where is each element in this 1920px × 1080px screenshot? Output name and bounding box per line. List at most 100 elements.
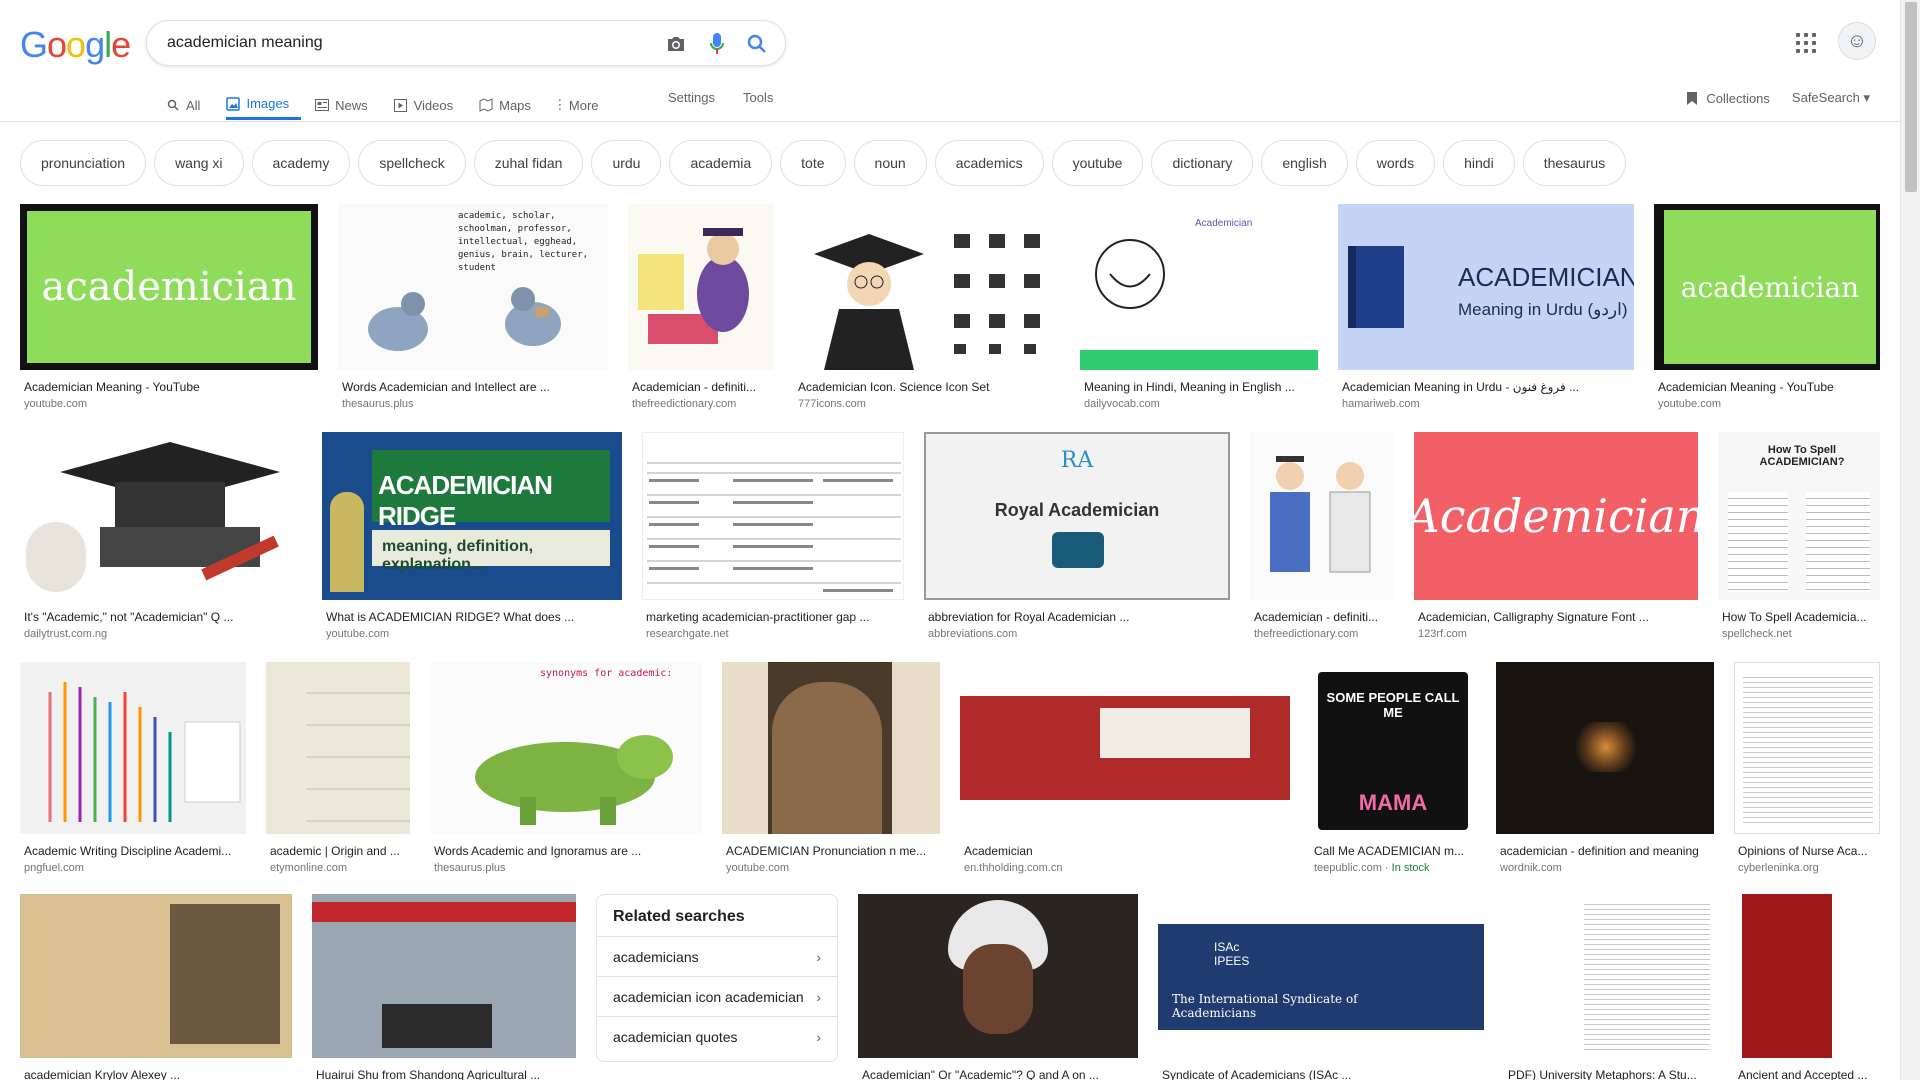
- image-result[interactable]: Ancient and Accepted ...: [1734, 894, 1880, 1080]
- chip[interactable]: hindi: [1443, 140, 1515, 186]
- result-caption[interactable]: academician - definition and meaning: [1496, 844, 1714, 858]
- tab-videos[interactable]: Videos: [394, 88, 466, 120]
- result-caption[interactable]: abbreviation for Royal Academician ...: [924, 610, 1230, 624]
- collections-link[interactable]: Collections: [1686, 91, 1770, 106]
- result-caption[interactable]: PDF) University Metaphors: A Stu...: [1504, 1068, 1714, 1080]
- chip[interactable]: dictionary: [1151, 140, 1254, 186]
- microphone-icon[interactable]: [706, 33, 728, 55]
- result-caption[interactable]: Meaning in Hindi, Meaning in English ...: [1080, 380, 1318, 394]
- image-result[interactable]: It's "Academic," not "Academician" Q ...…: [20, 432, 302, 640]
- image-result[interactable]: Academician Icon. Science Icon Set 777ic…: [794, 204, 1060, 410]
- image-result[interactable]: academic, scholar, schoolman, professor,…: [338, 204, 608, 410]
- chip[interactable]: words: [1355, 140, 1436, 186]
- related-item[interactable]: academician quotes ›: [597, 1016, 837, 1056]
- image-result[interactable]: academician Academician Meaning - YouTub…: [1654, 204, 1880, 410]
- image-result[interactable]: ACADEMICIAN Meaning in Urdu (اردو) Acade…: [1338, 204, 1634, 410]
- camera-icon[interactable]: [665, 33, 687, 55]
- tab-news[interactable]: News: [315, 88, 380, 120]
- google-logo[interactable]: Google: [20, 24, 131, 66]
- chip[interactable]: academia: [669, 140, 773, 186]
- result-caption[interactable]: Ancient and Accepted ...: [1734, 1068, 1880, 1080]
- image-result[interactable]: academician Academician Meaning - YouTub…: [20, 204, 318, 410]
- scrollbar-thumb[interactable]: [1905, 2, 1917, 192]
- chip[interactable]: academics: [934, 140, 1044, 186]
- image-result[interactable]: marketing academician-practitioner gap .…: [642, 432, 904, 640]
- search-input[interactable]: [167, 21, 627, 65]
- chip[interactable]: wang xi: [154, 140, 244, 186]
- result-caption[interactable]: What is ACADEMICIAN RIDGE? What does ...: [322, 610, 622, 624]
- tab-maps[interactable]: Maps: [479, 88, 543, 120]
- result-caption[interactable]: academician Krylov Alexey ...: [20, 1068, 292, 1080]
- settings-link[interactable]: Settings: [668, 90, 715, 105]
- image-result[interactable]: PDF) University Metaphors: A Stu...: [1504, 894, 1714, 1080]
- apps-grid-icon[interactable]: [1796, 33, 1816, 53]
- tools-link[interactable]: Tools: [743, 90, 773, 105]
- tab-all[interactable]: All: [166, 88, 212, 120]
- image-result[interactable]: academic | Origin and ... etymonline.com: [266, 662, 410, 874]
- result-caption[interactable]: Academician: [960, 844, 1290, 858]
- image-result[interactable]: Academician Academician, Calligraphy Sig…: [1414, 432, 1698, 640]
- chip[interactable]: thesaurus: [1522, 140, 1627, 186]
- chip[interactable]: academy: [251, 140, 351, 186]
- stock-status: · In stock: [1381, 862, 1430, 874]
- result-caption[interactable]: Academician Meaning - YouTube: [1654, 380, 1880, 394]
- search-box[interactable]: [146, 20, 786, 66]
- chip[interactable]: noun: [853, 140, 927, 186]
- result-caption[interactable]: Words Academic and Ignoramus are ...: [430, 844, 702, 858]
- result-caption[interactable]: Academician Icon. Science Icon Set: [794, 380, 1060, 394]
- chip[interactable]: english: [1261, 140, 1348, 186]
- scrollbar[interactable]: [1900, 0, 1920, 1080]
- chip[interactable]: spellcheck: [358, 140, 466, 186]
- result-caption[interactable]: Syndicate of Academicians (ISAc ...: [1158, 1068, 1484, 1080]
- tab-more[interactable]: ⋮ More: [553, 88, 611, 120]
- old-book-photo: [170, 904, 280, 1044]
- bar-chart-illustration: [48, 682, 241, 822]
- result-caption[interactable]: Words Academician and Intellect are ...: [338, 380, 608, 394]
- result-caption[interactable]: Academician Meaning in Urdu - فروغ فنون …: [1338, 380, 1634, 394]
- result-caption[interactable]: How To Spell Academicia...: [1718, 610, 1880, 624]
- related-item[interactable]: academicians ›: [597, 936, 837, 976]
- related-item[interactable]: academician icon academician ›: [597, 976, 837, 1016]
- result-caption[interactable]: Call Me ACADEMICIAN m...: [1310, 844, 1476, 858]
- image-result[interactable]: Academician - definiti... thefreediction…: [628, 204, 774, 410]
- chip[interactable]: zuhal fidan: [473, 140, 584, 186]
- result-caption[interactable]: Academician - definiti...: [628, 380, 774, 394]
- image-result[interactable]: SOME PEOPLE CALL ME MAMA Call Me ACADEMI…: [1310, 662, 1476, 874]
- result-caption[interactable]: Academic Writing Discipline Academi...: [20, 844, 246, 858]
- result-caption[interactable]: Academician" Or "Academic"? Q and A on .…: [858, 1068, 1138, 1080]
- image-result[interactable]: Academician en.thholding.com.cn: [960, 662, 1290, 874]
- result-caption[interactable]: It's "Academic," not "Academician" Q ...: [20, 610, 302, 624]
- image-result[interactable]: Academician Meaning in Hindi, Meaning in…: [1080, 204, 1318, 410]
- safesearch-link[interactable]: SafeSearch ▾: [1792, 90, 1870, 106]
- image-result[interactable]: ACADEMICIAN RIDGE meaning, definition, e…: [322, 432, 622, 640]
- image-result[interactable]: Huairui Shu from Shandong Agricultural .…: [312, 894, 576, 1080]
- result-caption[interactable]: Academician, Calligraphy Signature Font …: [1414, 610, 1698, 624]
- image-result[interactable]: academician Krylov Alexey ...: [20, 894, 292, 1080]
- chip[interactable]: urdu: [591, 140, 662, 186]
- chip[interactable]: pronunciation: [20, 140, 147, 186]
- result-caption[interactable]: Academician Meaning - YouTube: [20, 380, 318, 394]
- result-caption[interactable]: Opinions of Nurse Aca...: [1734, 844, 1880, 858]
- result-caption[interactable]: academic | Origin and ...: [266, 844, 410, 858]
- chip[interactable]: tote: [780, 140, 846, 186]
- avatar[interactable]: ☺: [1838, 22, 1876, 60]
- image-result[interactable]: RA Royal Academician abbreviation for Ro…: [924, 432, 1230, 640]
- source-domain: teepublic.com: [1314, 862, 1382, 874]
- result-caption[interactable]: marketing academician-practitioner gap .…: [642, 610, 904, 624]
- image-result[interactable]: Academic Writing Discipline Academi... p…: [20, 662, 246, 874]
- result-caption[interactable]: Huairui Shu from Shandong Agricultural .…: [312, 1068, 576, 1080]
- image-result[interactable]: ISAc IPEES The International Syndicate o…: [1158, 894, 1484, 1080]
- image-result[interactable]: Academician - definiti... thefreediction…: [1250, 432, 1394, 640]
- result-caption[interactable]: ACADEMICIAN Pronunciation n me...: [722, 844, 940, 858]
- image-result[interactable]: Opinions of Nurse Aca... cyberleninka.or…: [1734, 662, 1880, 874]
- chip[interactable]: youtube: [1051, 140, 1144, 186]
- result-caption[interactable]: Academician - definiti...: [1250, 610, 1394, 624]
- image-result[interactable]: academician - definition and meaning wor…: [1496, 662, 1714, 874]
- image-result[interactable]: synonyms for academic: Words Academic an…: [430, 662, 702, 874]
- image-result[interactable]: Academician" Or "Academic"? Q and A on .…: [858, 894, 1138, 1080]
- image-result[interactable]: How To Spell ACADEMICIAN? How To Spell A…: [1718, 432, 1880, 640]
- tab-label: More: [568, 97, 599, 113]
- tab-images[interactable]: Images: [226, 88, 302, 120]
- image-result[interactable]: ACADEMICIAN Pronunciation n me... youtub…: [722, 662, 940, 874]
- search-icon[interactable]: [746, 33, 768, 55]
